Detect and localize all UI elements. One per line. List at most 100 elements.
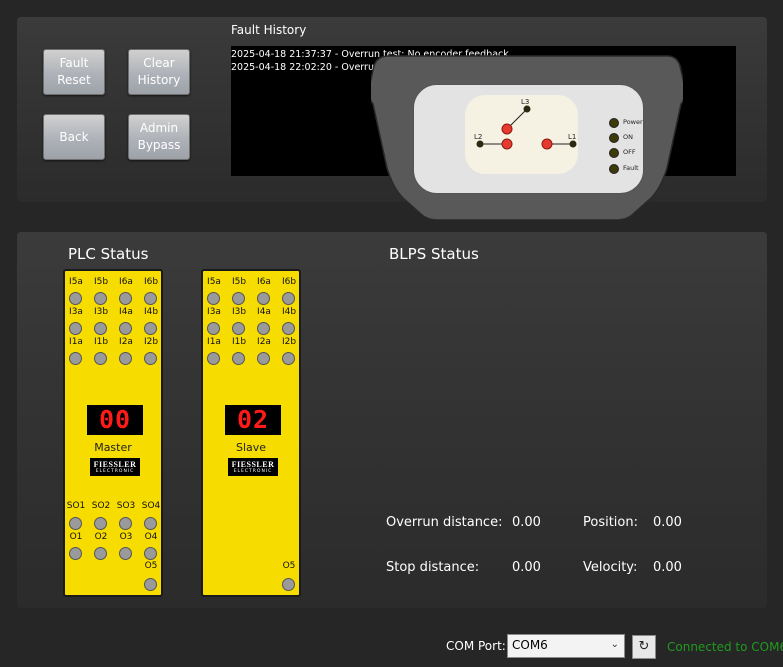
node-l2	[476, 140, 484, 148]
input-label-i5b: I5b	[93, 277, 109, 287]
velocity-label: Velocity:	[583, 560, 638, 575]
input-led-i6a	[257, 292, 270, 305]
plc-slave-module: 02 Slave FIESSLER ELECTRONIC I5a I5b I6a I6…	[201, 269, 301, 597]
input-label-i2a: I2a	[257, 337, 271, 347]
output-led-o4	[144, 547, 157, 560]
input-led-i1b	[232, 352, 245, 365]
input-led-i4b	[282, 322, 295, 335]
output-led-o5	[144, 578, 157, 591]
indicator-label: ON	[623, 133, 633, 141]
input-label-i2a: I2a	[119, 337, 133, 347]
stop-distance-value: 0.00	[512, 560, 541, 575]
input-label-i4a: I4a	[257, 307, 271, 317]
connection-status: Connected to COM6	[667, 640, 783, 654]
input-label-i1a: I1a	[207, 337, 221, 347]
logo-text: FIESSLER	[231, 460, 275, 469]
indicator-led	[609, 148, 619, 158]
output-led-so1	[69, 517, 82, 530]
input-led-i3a	[207, 322, 220, 335]
output-led-so2	[94, 517, 107, 530]
overrun-distance-value: 0.00	[512, 515, 541, 530]
plc-master-module: 00 Master FIESSLER ELECTRONIC I5a I5b I6a I…	[63, 269, 163, 597]
plc-status-title: PLC Status	[68, 245, 149, 263]
blps-panel: L3 L2 L1 Power ON OFF Fault	[413, 84, 644, 194]
node-active-right	[541, 138, 553, 150]
input-label-i5a: I5a	[69, 277, 83, 287]
output-led-o2	[94, 547, 107, 560]
indicator-label: OFF	[623, 148, 636, 156]
input-led-i6a	[119, 292, 132, 305]
input-label-i1b: I1b	[231, 337, 247, 347]
output-label-so2: SO2	[91, 501, 111, 511]
indicator-led	[609, 164, 619, 174]
fault-reset-button[interactable]: Fault Reset	[43, 49, 105, 95]
fiessler-logo: FIESSLER ELECTRONIC	[90, 458, 140, 476]
output-label-o4: O4	[144, 532, 158, 542]
node-l3	[523, 105, 531, 113]
input-led-i6b	[282, 292, 295, 305]
input-label-i4b: I4b	[281, 307, 297, 317]
slave-label: Slave	[235, 441, 267, 454]
logo-subtext: ELECTRONIC	[95, 469, 135, 474]
velocity-value: 0.00	[653, 560, 682, 575]
output-label-so3: SO3	[116, 501, 136, 511]
label-l3: L3	[521, 98, 529, 106]
input-led-i4b	[144, 322, 157, 335]
input-label-i1a: I1a	[69, 337, 83, 347]
output-led-so4	[144, 517, 157, 530]
output-label-so1: SO1	[66, 501, 86, 511]
input-led-i2b	[282, 352, 295, 365]
input-led-i5b	[232, 292, 245, 305]
output-label-o1: O1	[69, 532, 83, 542]
blps-status-title: BLPS Status	[389, 245, 479, 263]
input-label-i6b: I6b	[143, 277, 159, 287]
master-display: 00	[87, 405, 143, 435]
position-value: 0.00	[653, 515, 682, 530]
input-led-i1b	[94, 352, 107, 365]
chevron-down-icon: ⌄	[610, 639, 619, 650]
node-l1	[569, 140, 577, 148]
output-label-o5: O5	[282, 561, 296, 571]
input-led-i3a	[69, 322, 82, 335]
input-label-i3b: I3b	[93, 307, 109, 317]
label-l2: L2	[474, 133, 482, 141]
back-button[interactable]: Back	[43, 114, 105, 160]
input-led-i3b	[94, 322, 107, 335]
com-port-select[interactable]: COM6 ⌄	[507, 634, 625, 658]
input-led-i5a	[207, 292, 220, 305]
output-label-o2: O2	[94, 532, 108, 542]
input-led-i1a	[207, 352, 220, 365]
output-led-o5	[282, 578, 295, 591]
output-led-o1	[69, 547, 82, 560]
stop-distance-label: Stop distance:	[386, 560, 480, 575]
input-led-i3b	[232, 322, 245, 335]
output-led-so3	[119, 517, 132, 530]
input-label-i5a: I5a	[207, 277, 221, 287]
input-led-i4a	[257, 322, 270, 335]
output-label-o3: O3	[119, 532, 133, 542]
logo-subtext: ELECTRONIC	[233, 469, 273, 474]
indicator-label: Power	[623, 118, 643, 126]
clear-history-button[interactable]: Clear History	[128, 49, 190, 95]
fault-history-title: Fault History	[231, 23, 307, 37]
input-label-i4a: I4a	[119, 307, 133, 317]
slave-display: 02	[225, 405, 281, 435]
input-led-i2b	[144, 352, 157, 365]
node-active-left	[501, 138, 513, 150]
input-label-i3b: I3b	[231, 307, 247, 317]
input-label-i3a: I3a	[207, 307, 221, 317]
logo-text: FIESSLER	[93, 460, 137, 469]
input-led-i5b	[94, 292, 107, 305]
input-led-i4a	[119, 322, 132, 335]
refresh-button[interactable]: ↻	[632, 635, 656, 659]
output-label-so4: SO4	[141, 501, 161, 511]
input-led-i1a	[69, 352, 82, 365]
blps-switch-diagram: L3 L2 L1	[474, 98, 577, 150]
input-led-i2a	[257, 352, 270, 365]
input-label-i6a: I6a	[257, 277, 271, 287]
input-led-i5a	[69, 292, 82, 305]
input-label-i2b: I2b	[143, 337, 159, 347]
master-label: Master	[94, 441, 132, 454]
admin-bypass-button[interactable]: Admin Bypass	[128, 114, 190, 160]
input-led-i2a	[119, 352, 132, 365]
